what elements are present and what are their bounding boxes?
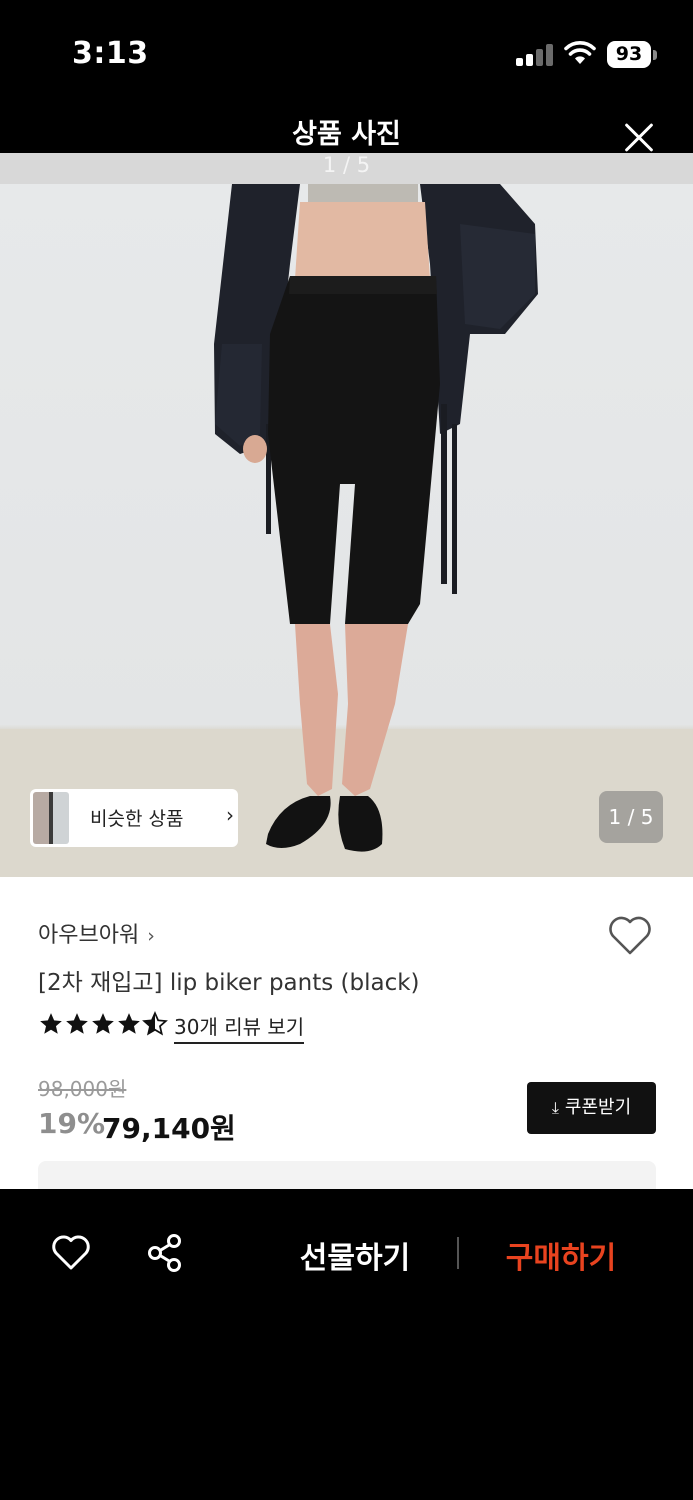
sale-price: 79,140원 — [102, 1112, 236, 1145]
similar-products-button[interactable]: 비슷한 상품 › — [30, 789, 238, 847]
coupon-download-button[interactable]: ⤓ 쿠폰받기 — [527, 1082, 656, 1134]
product-info-section: 아우브아워 › [2차 재입고] lip biker pants (black) … — [0, 877, 693, 1201]
battery-tip — [653, 50, 657, 60]
modal-title: 상품 사진 — [292, 119, 401, 150]
download-icon: ⤓ — [551, 1098, 559, 1117]
brand-link[interactable]: 아우브아워 › — [38, 917, 155, 949]
discount-rate: 19% — [38, 1107, 106, 1140]
product-name: [2차 재입고] lip biker pants (black) — [38, 970, 420, 996]
gift-button[interactable]: 선물하기 — [270, 1233, 440, 1277]
heart-icon[interactable] — [606, 913, 654, 957]
star-icon — [40, 1013, 62, 1034]
chevron-right-icon: › — [226, 803, 234, 827]
status-time: 3:13 — [72, 36, 149, 71]
coupon-label: 쿠폰받기 — [564, 1097, 632, 1118]
review-link[interactable]: 30개 리뷰 보기 — [174, 1011, 305, 1044]
chevron-right-icon: › — [147, 925, 155, 947]
rating-stars — [38, 1011, 168, 1039]
bottom-action-bar: 선물하기 구매하기 — [0, 1189, 693, 1500]
status-bar: 3:13 93 — [0, 0, 693, 110]
similar-product-thumbnail — [33, 792, 69, 844]
share-icon[interactable] — [146, 1233, 184, 1273]
cellular-signal-icon — [516, 44, 554, 66]
heart-icon[interactable] — [50, 1233, 92, 1271]
modal-image-counter: 1 / 5 — [322, 153, 371, 177]
product-photo[interactable] — [0, 184, 693, 877]
image-counter-badge: 1 / 5 — [599, 791, 663, 843]
buy-button[interactable]: 구매하기 — [476, 1233, 646, 1277]
star-icon — [66, 1013, 88, 1034]
original-price: 98,000원 — [38, 1077, 127, 1101]
battery-indicator: 93 — [607, 41, 651, 68]
star-icon — [118, 1013, 140, 1034]
button-divider — [457, 1237, 459, 1269]
product-photo-viewer-page: 3:13 93 상품 사진 1 / 5 비슷한 상품 › 1 / 5 아우브아워… — [0, 0, 693, 1500]
star-icon — [92, 1013, 114, 1034]
close-icon[interactable] — [618, 118, 658, 158]
half-star-icon — [142, 1011, 168, 1036]
similar-products-label: 비슷한 상품 — [90, 808, 184, 830]
wifi-icon — [564, 41, 596, 64]
product-photo-illustration — [0, 184, 693, 877]
brand-name: 아우브아워 — [38, 923, 140, 948]
